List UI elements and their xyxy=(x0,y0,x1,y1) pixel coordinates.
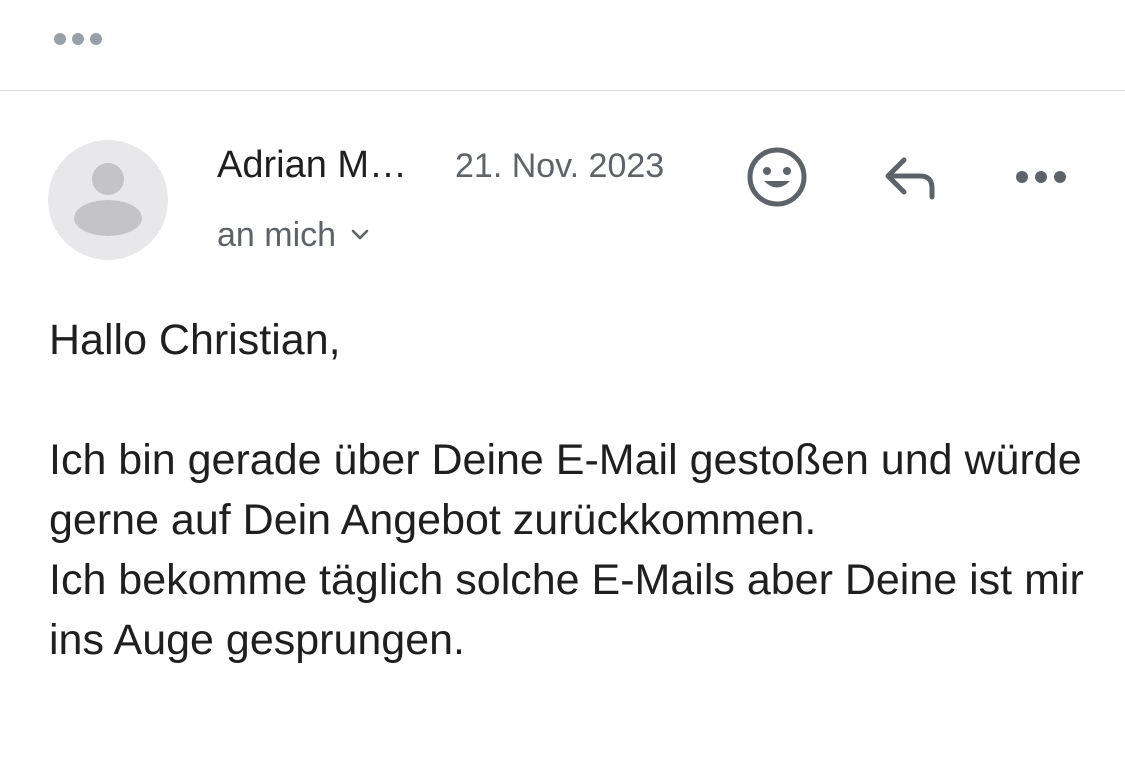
reply-arrow-icon xyxy=(885,157,935,200)
more-actions-button[interactable] xyxy=(1005,141,1077,213)
recipient-label: an mich xyxy=(217,216,337,254)
emoji-reaction-button[interactable] xyxy=(741,141,813,213)
sender-name[interactable]: Adrian M… xyxy=(217,142,407,188)
email-date: 21. Nov. 2023 xyxy=(455,147,665,185)
person-placeholder-icon xyxy=(74,163,142,236)
smiley-icon xyxy=(747,147,807,207)
email-paragraph: Ich bekomme täglich solche E-Mails aber … xyxy=(49,556,1084,664)
email-paragraph: Ich bin gerade über Deine E-Mail gestoße… xyxy=(49,436,1082,544)
recipient-toggle[interactable]: an mich xyxy=(217,214,374,256)
chevron-down-icon xyxy=(350,214,374,256)
reply-button[interactable] xyxy=(873,141,945,213)
email-body: Hallo Christian, Ich bin gerade über Dei… xyxy=(49,310,1089,670)
more-horizontal-icon xyxy=(1016,171,1066,183)
top-toolbar xyxy=(0,0,1125,91)
email-greeting: Hallo Christian, xyxy=(49,316,341,364)
top-more-icon[interactable] xyxy=(48,22,108,56)
sender-avatar[interactable] xyxy=(48,140,168,260)
